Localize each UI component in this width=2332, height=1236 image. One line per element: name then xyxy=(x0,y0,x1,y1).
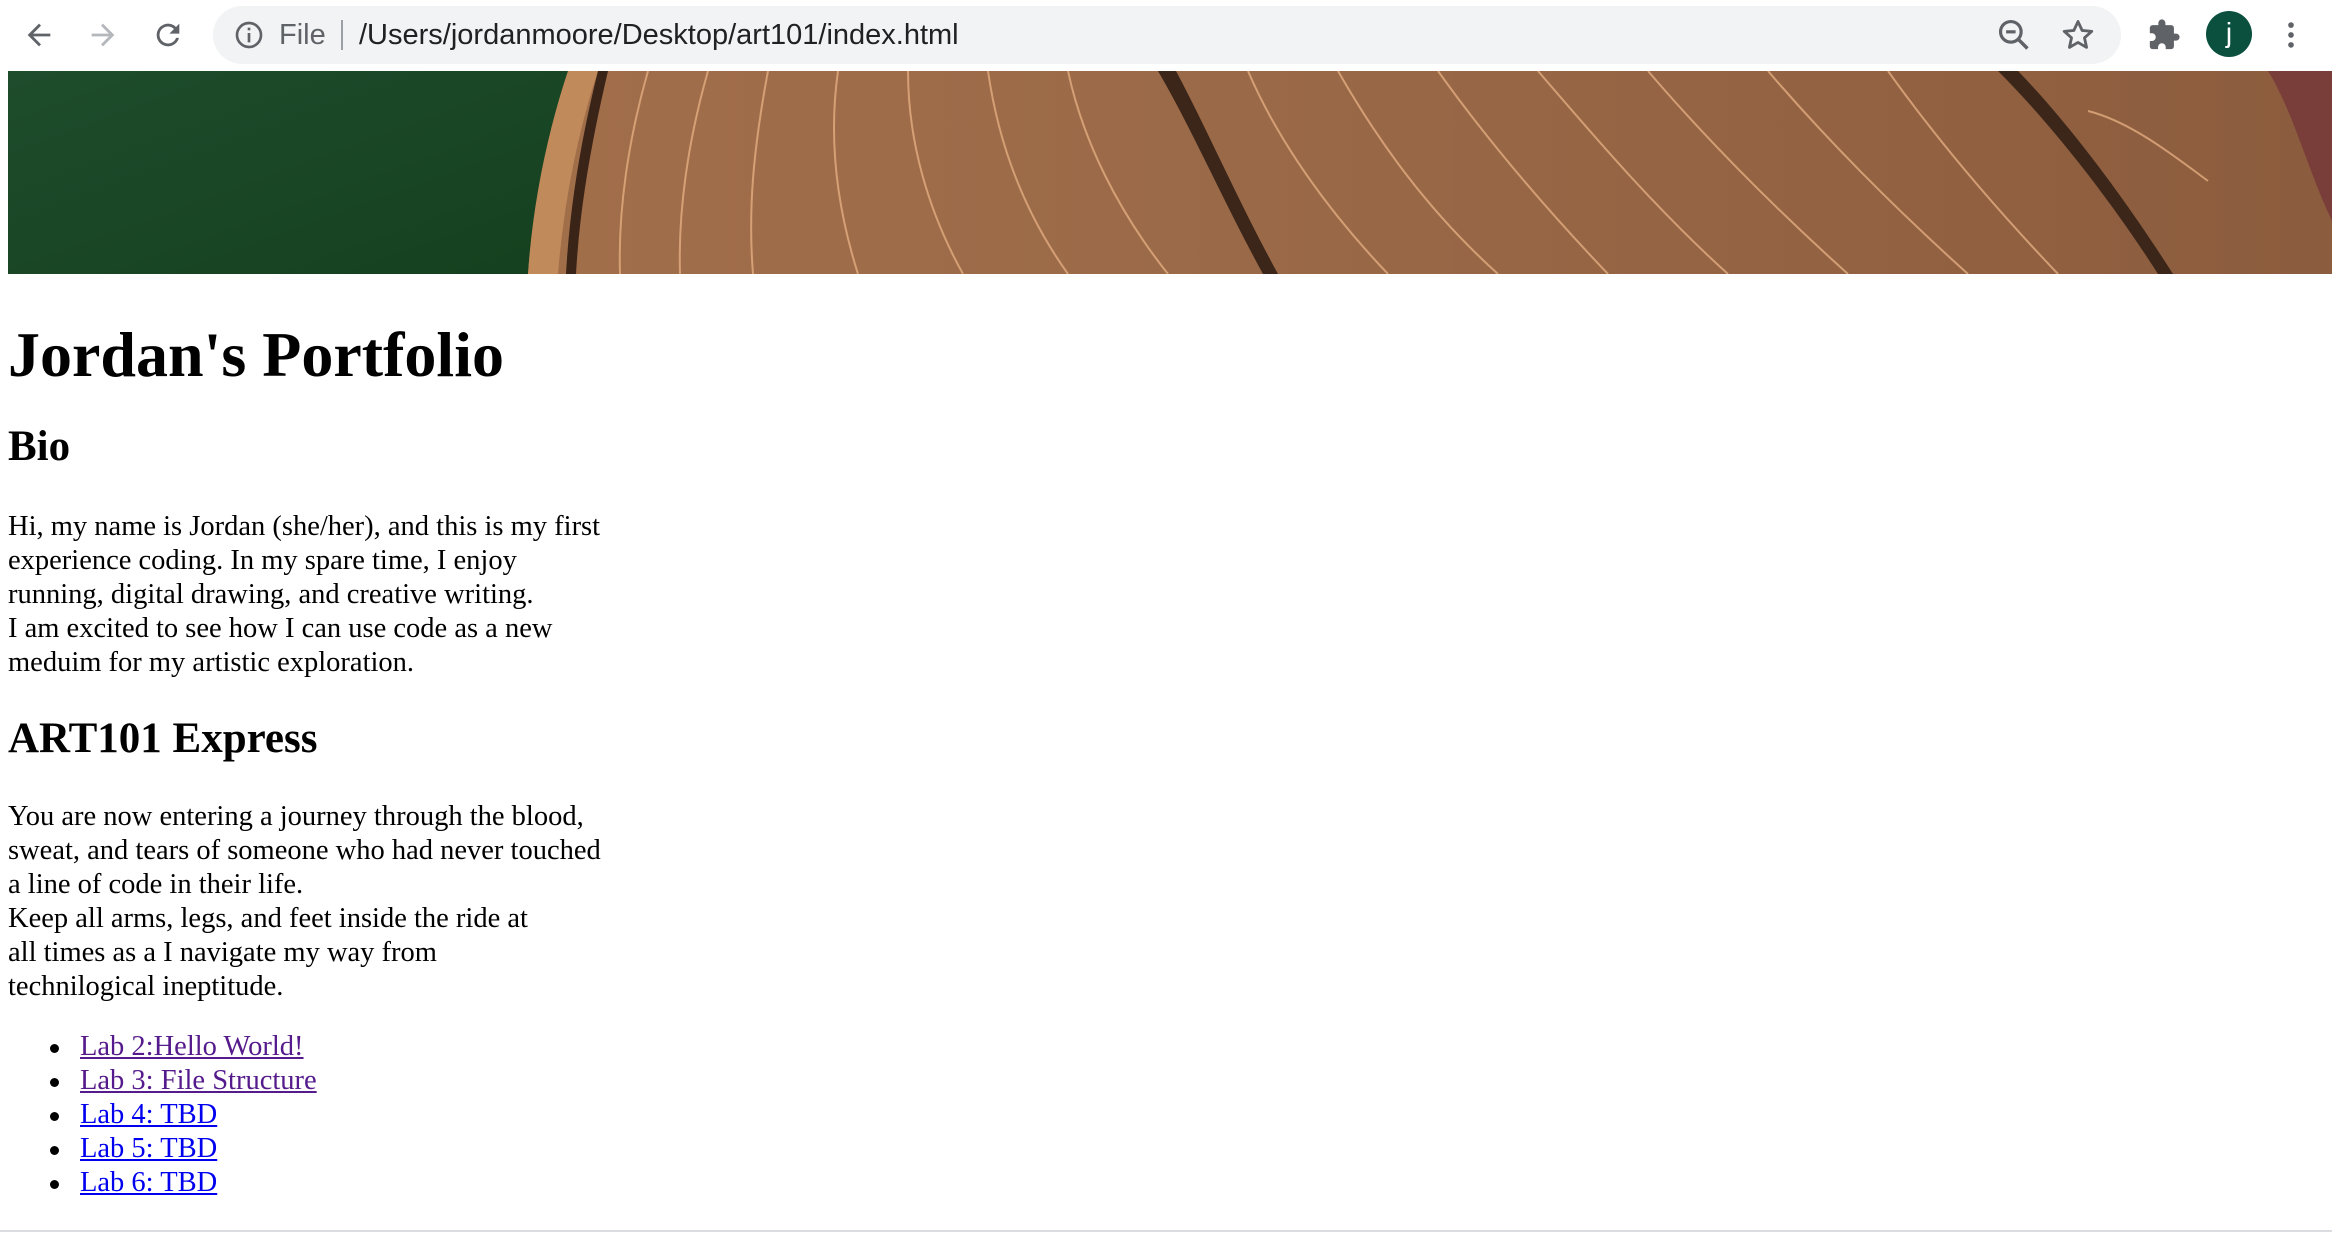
list-item: Lab 2:Hello World! xyxy=(8,1030,317,1064)
express-heading: ART101 Express xyxy=(8,715,318,762)
forward-button[interactable] xyxy=(80,12,126,58)
express-paragraph: You are now entering a journey through t… xyxy=(8,800,601,1004)
arrow-right-icon xyxy=(91,23,115,47)
reload-button[interactable] xyxy=(145,12,191,58)
bio-line: meduim for my artistic exploration. xyxy=(8,647,415,678)
list-item: Lab 6: TBD xyxy=(8,1166,317,1200)
kebab-menu-icon xyxy=(2288,22,2294,48)
list-item: Lab 5: TBD xyxy=(8,1132,317,1166)
profile-avatar[interactable]: j xyxy=(2206,11,2252,57)
url-text[interactable]: /Users/jordanmoore/Desktop/art101/index.… xyxy=(359,6,959,64)
window-bottom-divider xyxy=(0,1230,2332,1232)
list-item: Lab 3: File Structure xyxy=(8,1064,317,1098)
browser-menu-button[interactable] xyxy=(2268,12,2314,58)
list-item: Lab 4: TBD xyxy=(8,1098,317,1132)
address-bar[interactable]: File /Users/jordanmoore/Desktop/art101/i… xyxy=(213,6,2121,64)
lab-5-link[interactable]: Lab 5: TBD xyxy=(80,1133,217,1164)
browser-toolbar: File /Users/jordanmoore/Desktop/art101/i… xyxy=(0,0,2332,70)
express-line: all times as a I navigate my way from xyxy=(8,937,437,968)
banner-image xyxy=(8,71,2332,274)
express-line: technilogical ineptitude. xyxy=(8,971,284,1002)
lab-3-link[interactable]: Lab 3: File Structure xyxy=(80,1065,317,1096)
express-line: a line of code in their life. xyxy=(8,869,304,900)
express-line: sweat, and tears of someone who had neve… xyxy=(8,835,601,866)
bio-line: I am excited to see how I can use code a… xyxy=(8,613,553,644)
bio-line: running, digital drawing, and creative w… xyxy=(8,579,534,610)
address-separator xyxy=(341,20,343,50)
bio-line: experience coding. In my spare time, I e… xyxy=(8,545,517,576)
bio-line: Hi, my name is Jordan (she/her), and thi… xyxy=(8,511,601,542)
lab-6-link[interactable]: Lab 6: TBD xyxy=(80,1167,217,1198)
back-button[interactable] xyxy=(16,12,62,58)
express-line: Keep all arms, legs, and feet inside the… xyxy=(8,903,528,934)
zoom-out-icon[interactable] xyxy=(1995,16,2033,54)
lab-2-link[interactable]: Lab 2:Hello World! xyxy=(80,1031,304,1062)
page-title: Jordan's Portfolio xyxy=(8,319,504,390)
bio-paragraph: Hi, my name is Jordan (she/her), and thi… xyxy=(8,510,600,680)
scheme-label: File xyxy=(279,19,326,51)
extensions-button[interactable] xyxy=(2141,12,2187,58)
lab-4-link[interactable]: Lab 4: TBD xyxy=(80,1099,217,1130)
lab-link-list: Lab 2:Hello World! Lab 3: File Structure… xyxy=(8,1030,317,1200)
bio-heading: Bio xyxy=(8,423,71,470)
info-icon[interactable] xyxy=(233,19,265,51)
reload-icon xyxy=(156,23,180,47)
express-line: You are now entering a journey through t… xyxy=(8,801,584,832)
arrow-left-icon xyxy=(27,23,51,47)
puzzle-icon xyxy=(2149,19,2180,50)
star-icon[interactable] xyxy=(2059,16,2097,54)
